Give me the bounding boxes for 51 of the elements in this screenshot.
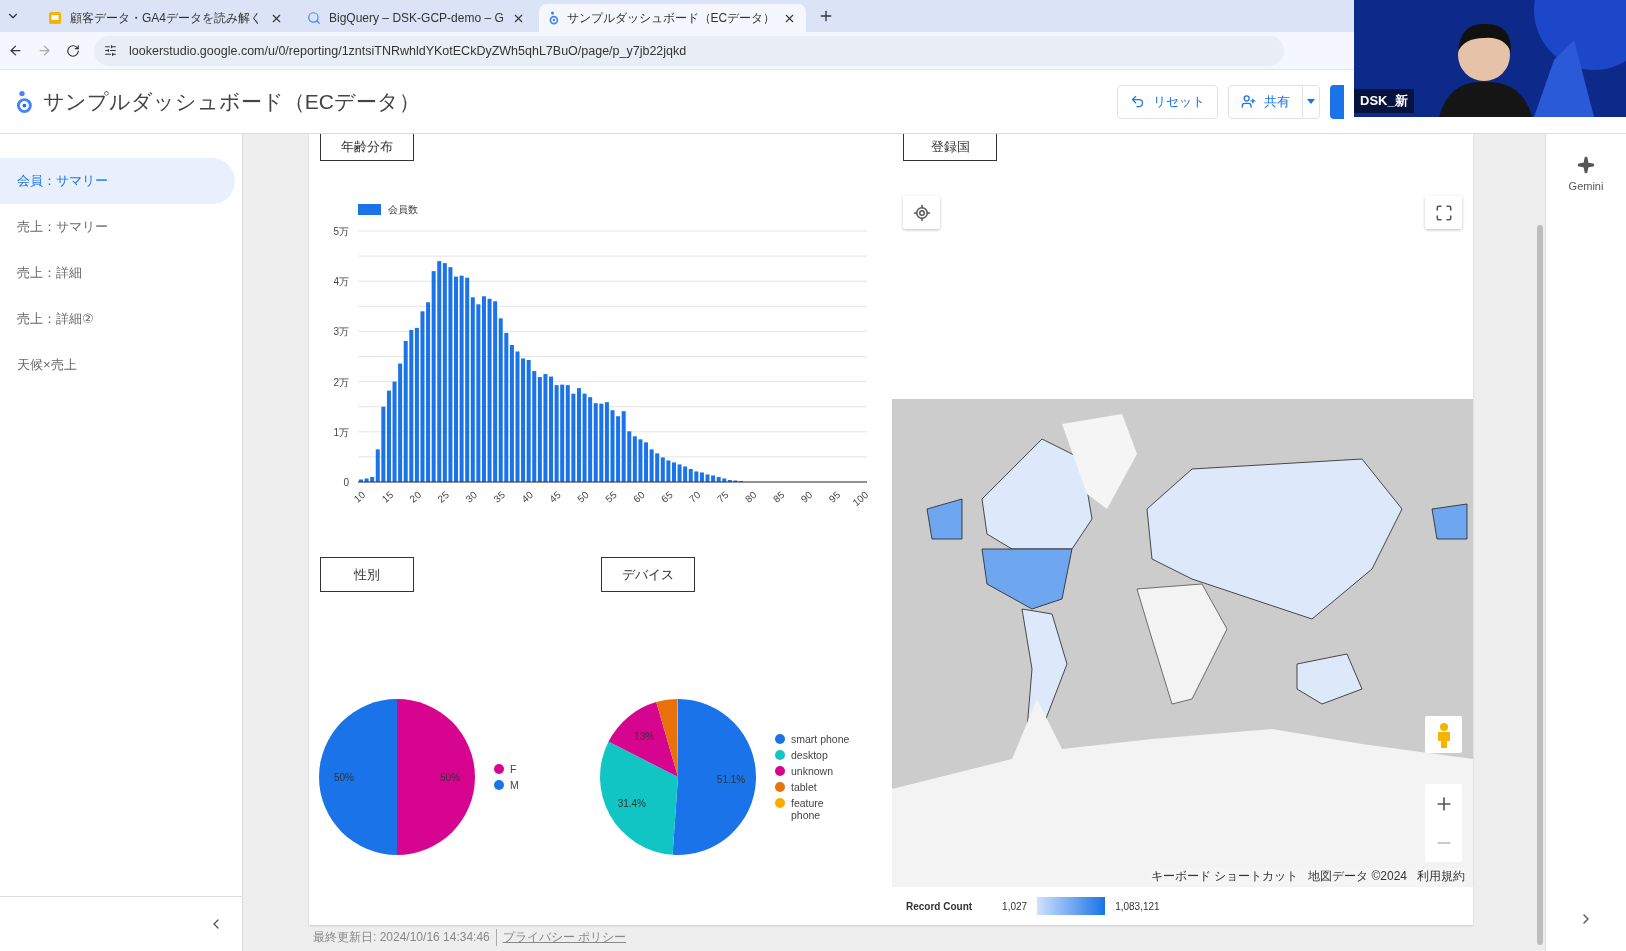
chart-title: デバイス <box>601 557 695 592</box>
axis-label: 5万 <box>333 226 349 237</box>
axis-label: 90 <box>798 489 815 505</box>
axis-label: 2万 <box>333 376 349 388</box>
axis-label: 3万 <box>333 326 349 338</box>
tab-title: 顧客データ・GA4データを読み解く <box>70 9 262 27</box>
tab-title: サンプルダッシュボード（ECデータ） <box>566 9 776 27</box>
axis-label: 55 <box>603 489 619 505</box>
chart-title: 年齢分布 <box>320 134 414 161</box>
legend-label: feature phone <box>791 797 825 821</box>
axis-label: 35 <box>491 489 507 505</box>
value-label: 51.1% <box>716 773 746 785</box>
legend-label: F <box>510 763 517 775</box>
legend-label: M <box>510 779 519 791</box>
axis-label: 80 <box>742 489 759 505</box>
axis-label: 65 <box>659 489 675 505</box>
value-label: 13% <box>634 731 655 743</box>
axis-label: 40 <box>519 489 535 505</box>
value-label: 50% <box>440 772 461 783</box>
participant-name: DSK_新 <box>1354 89 1414 113</box>
legend-label: desktop <box>791 749 828 761</box>
value-label: 31.4% <box>617 798 647 810</box>
legend-title: Record Count <box>906 900 973 912</box>
axis-label: 10 <box>351 489 368 505</box>
axis-label: 95 <box>826 489 843 505</box>
legend-label: tablet <box>791 781 817 793</box>
axis-label: 100 <box>850 489 871 509</box>
axis-label: 50 <box>575 489 591 505</box>
axis-label: 15 <box>379 489 396 505</box>
legend-max: 1,083,121 <box>1115 900 1160 912</box>
axis-label: 75 <box>714 489 731 505</box>
axis-label: 1万 <box>333 426 349 438</box>
axis-label: 30 <box>463 489 480 505</box>
axis-label: 20 <box>407 489 424 505</box>
axis-label: 25 <box>435 489 452 505</box>
tab-title: BigQuery – DSK-GCP-demo – G <box>329 11 504 25</box>
legend-label: unknown <box>791 765 834 777</box>
axis-label: 70 <box>687 489 703 505</box>
axis-label: 45 <box>547 489 563 505</box>
chart-title: 性別 <box>320 557 414 592</box>
axis-label: 60 <box>631 489 647 505</box>
chart-title: 登録国 <box>903 134 997 161</box>
axis-label: 4万 <box>333 276 349 288</box>
last-updated: 最終更新日: 2024/10/16 14:34:46 <box>313 929 490 946</box>
legend-min: 1,027 <box>1002 900 1028 912</box>
report-title: サンプルダッシュボード（ECデータ） <box>42 88 421 115</box>
value-label: 50% <box>333 772 354 783</box>
legend-label: 会員数 <box>388 204 418 215</box>
axis-label: 0 <box>343 477 349 488</box>
legend-label: smart phone <box>791 733 850 745</box>
axis-label: 85 <box>770 489 787 505</box>
